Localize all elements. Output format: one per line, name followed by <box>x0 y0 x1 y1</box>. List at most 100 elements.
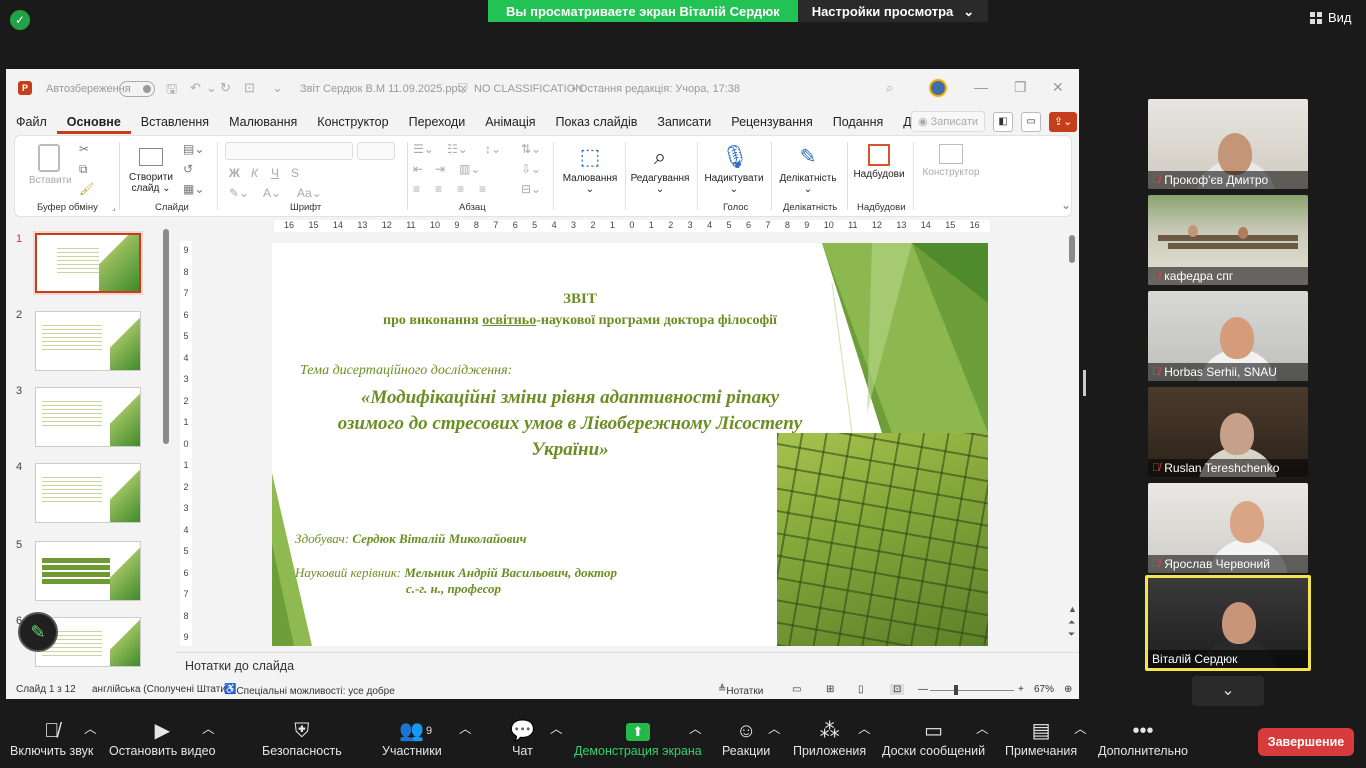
scroll-up-icon[interactable]: ▲ <box>1068 604 1077 614</box>
account-avatar[interactable] <box>929 79 947 97</box>
copy-icon[interactable]: ⧉ <box>79 162 88 177</box>
whiteboards-button[interactable]: ▭ Доски сообщений <box>882 718 985 758</box>
italic-icon[interactable]: К <box>251 166 258 180</box>
zoom-slider-thumb[interactable] <box>954 685 958 695</box>
slide-sorter-icon[interactable]: ⊞ <box>826 684 834 695</box>
fit-to-window-icon[interactable]: ⊕ <box>1064 684 1072 695</box>
annotate-pencil-icon[interactable]: ✎ <box>18 612 58 652</box>
collapse-ribbon-icon[interactable]: ⌄ <box>1061 198 1071 212</box>
security-button[interactable]: ⛨ Безопасность <box>262 718 342 758</box>
present-icon[interactable]: ⊡ <box>244 80 255 96</box>
zoom-slider[interactable] <box>930 690 1014 691</box>
tab-home[interactable]: Основне <box>56 112 131 134</box>
unmute-button[interactable]: 🎙̸ Включить звук <box>10 718 93 758</box>
autosave-toggle[interactable] <box>119 81 155 97</box>
close-icon[interactable]: ✕ <box>1052 79 1064 96</box>
notes-toggle[interactable]: ≜ Нотатки <box>718 684 763 697</box>
participant-tile-active-speaker[interactable]: Віталій Сердюк <box>1145 575 1311 671</box>
notes-pane[interactable]: Нотатки до слайда <box>176 652 1079 680</box>
share-button[interactable]: ⇪⌄ <box>1049 111 1078 132</box>
sort-icon[interactable]: ⇅⌄ <box>521 142 541 156</box>
sensitivity-button[interactable]: ✎ Делікатність ⌄ <box>777 144 839 195</box>
paste-button[interactable]: Вставити <box>29 144 72 186</box>
bullets-icon[interactable]: ☰⌄ <box>413 142 434 156</box>
video-options-chevron-icon[interactable]: ︿ <box>202 718 215 737</box>
apps-button[interactable]: ⁂ Приложения <box>793 718 866 758</box>
tab-design[interactable]: Конструктор <box>307 112 398 134</box>
participant-tile[interactable]: 🎙̸ Ярослав Червоний <box>1148 483 1308 573</box>
align-left-icon[interactable]: ≡ <box>413 182 420 196</box>
text-direction-icon[interactable]: ⇩⌄ <box>521 162 541 176</box>
chat-options-chevron-icon[interactable]: ︿ <box>550 718 563 737</box>
restore-icon[interactable]: ❐ <box>1014 79 1027 96</box>
increase-indent-icon[interactable]: ⇥ <box>435 162 445 176</box>
zoom-out-icon[interactable]: — <box>918 684 928 695</box>
dialog-launcher-icon[interactable]: ⌟ <box>112 203 116 212</box>
participant-tile[interactable]: 🎙̸ кафедра спг <box>1148 195 1308 285</box>
split-resize-handle[interactable] <box>1083 370 1086 396</box>
save-icon[interactable]: 🖫 <box>166 80 177 102</box>
next-slide-icon[interactable]: ⏷ <box>1068 629 1075 640</box>
decrease-indent-icon[interactable]: ⇤ <box>413 162 423 176</box>
undo-dropdown-icon[interactable]: ⌄ <box>206 80 217 96</box>
zoom-level[interactable]: 67% <box>1034 684 1054 695</box>
participant-tile[interactable]: 🎙̸ Horbas Serhii, SNAU <box>1148 291 1308 381</box>
language-status[interactable]: англійська (Сполучені Штати) <box>92 684 229 695</box>
section-icon[interactable]: ▦⌄ <box>183 182 204 196</box>
reading-view-icon[interactable]: ▯ <box>858 684 864 695</box>
customize-qat-icon[interactable]: ⌄ <box>272 80 283 96</box>
more-button[interactable]: ••• Дополнительно <box>1098 718 1188 758</box>
slide-scrollbar[interactable]: ▲ ⏶ ⏷ <box>1068 229 1077 689</box>
align-center-icon[interactable]: ≡ <box>435 182 442 196</box>
addins-button[interactable]: Надбудови <box>851 144 907 180</box>
share-screen-button[interactable]: ⬆ Демонстрация экрана <box>574 718 702 758</box>
participants-button[interactable]: 👥 9 Участники <box>382 718 442 758</box>
redo-icon[interactable]: ↻ <box>220 80 231 96</box>
file-name[interactable]: Звіт Сердюк В.М 11.09.2025.pptx <box>300 83 466 95</box>
comments-icon[interactable]: ▭ <box>1021 111 1042 132</box>
notes-options-chevron-icon[interactable]: ︿ <box>1074 718 1087 737</box>
underline-icon[interactable]: Ч <box>271 166 279 180</box>
slide-thumbnail-2[interactable] <box>35 311 141 371</box>
strikethrough-icon[interactable]: S <box>291 166 299 180</box>
reactions-button[interactable]: ☺ Реакции <box>722 718 770 758</box>
stop-video-button[interactable]: ▶ Остановить видео <box>109 718 216 758</box>
undo-icon[interactable]: ↶ <box>190 80 201 96</box>
security-shield-icon[interactable]: ✓ <box>10 10 30 30</box>
view-button[interactable]: Вид <box>1310 10 1352 25</box>
tab-insert[interactable]: Вставлення <box>131 112 219 134</box>
accessibility-status[interactable]: ♿ Спеціальні можливості: усе добре <box>224 684 395 697</box>
slide-thumbnail-1[interactable] <box>35 233 141 293</box>
chat-button[interactable]: 💬 Чат <box>510 718 535 758</box>
presenter-coach-icon[interactable]: ◧ <box>993 111 1014 132</box>
slide-canvas[interactable]: ЗВІТ про виконання освітньо-наукової про… <box>272 243 988 646</box>
tab-transitions[interactable]: Переходи <box>399 112 476 134</box>
font-family-select[interactable] <box>225 142 353 160</box>
tab-slideshow[interactable]: Показ слайдів <box>546 112 648 134</box>
slide-thumbnail-4[interactable] <box>35 463 141 523</box>
slideshow-view-icon[interactable]: ⊡ <box>890 684 905 695</box>
tab-draw[interactable]: Малювання <box>219 112 307 134</box>
font-color-icon[interactable]: A⌄ <box>263 186 281 200</box>
justify-icon[interactable]: ≡ <box>479 182 486 196</box>
tab-view[interactable]: Подання <box>823 112 893 134</box>
align-right-icon[interactable]: ≡ <box>457 182 464 196</box>
tab-animations[interactable]: Анімація <box>475 112 545 134</box>
notes-button[interactable]: ▤ Примечания <box>1005 718 1077 758</box>
columns-icon[interactable]: ▥⌄ <box>459 162 480 176</box>
tab-file[interactable]: Файл <box>6 112 57 134</box>
reset-icon[interactable]: ↺ <box>183 162 193 176</box>
numbering-icon[interactable]: ☷⌄ <box>447 142 468 156</box>
end-meeting-button[interactable]: Завершение <box>1258 728 1354 756</box>
view-settings-button[interactable]: Настройки просмотра ⌄ <box>797 0 989 22</box>
font-size-select[interactable] <box>357 142 395 160</box>
line-spacing-icon[interactable]: ↕⌄ <box>485 142 501 156</box>
change-case-icon[interactable]: Aa⌄ <box>297 186 322 200</box>
participants-options-chevron-icon[interactable]: ︿ <box>459 718 472 737</box>
participant-tile[interactable]: 🎙̸ Ruslan Tereshchenko <box>1148 387 1308 477</box>
highlight-icon[interactable]: ✎⌄ <box>229 186 249 200</box>
tab-record[interactable]: Записати <box>647 112 721 134</box>
slide-thumbnail-5[interactable] <box>35 541 141 601</box>
share-options-chevron-icon[interactable]: ︿ <box>689 718 702 737</box>
tab-review[interactable]: Рецензування <box>721 112 822 134</box>
